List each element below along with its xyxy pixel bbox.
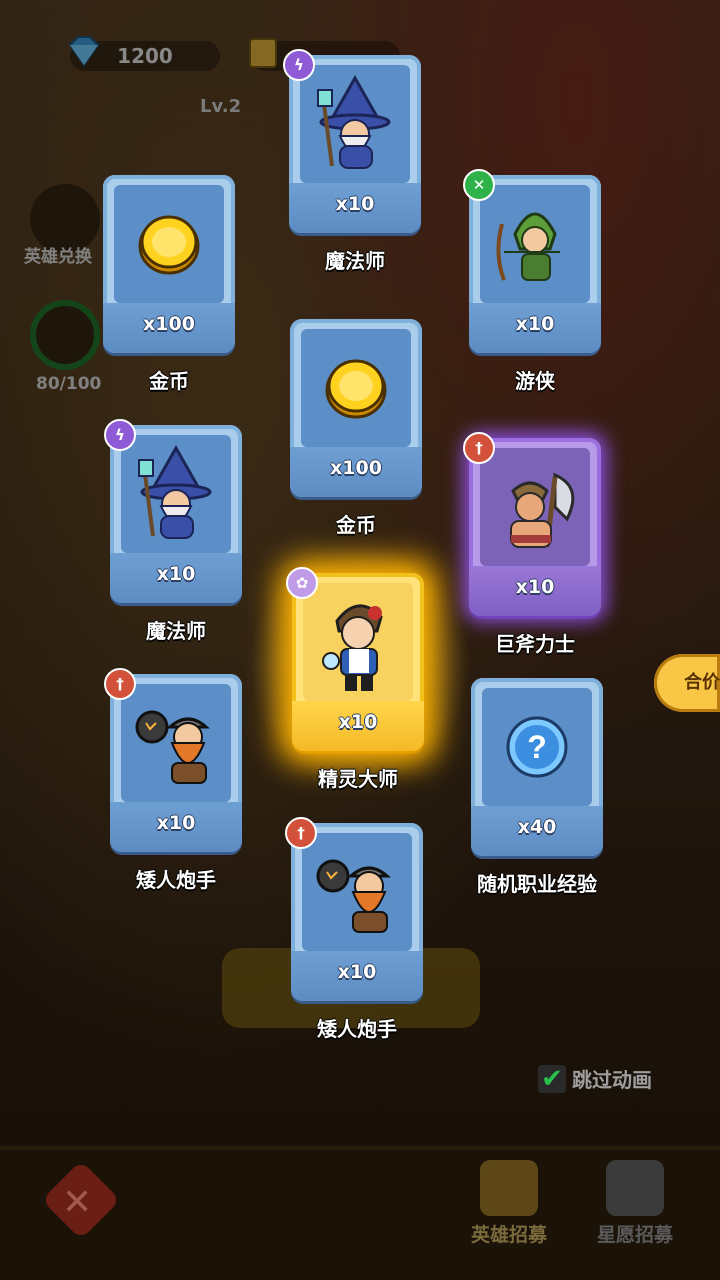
card-name: 矮人炮手 [136,868,216,892]
question-orb-icon: ? [482,688,592,806]
reward-card-ranger[interactable]: x10 游侠 ✕ [463,169,601,393]
reward-card-dwarf-gunner[interactable]: x10 矮人炮手 † [104,668,242,892]
close-icon: ✕ [62,1182,93,1223]
reward-card-spirit-master[interactable]: x10 精灵大师 ✿ [286,567,424,791]
card-count: x10 [156,563,196,585]
reward-card-gold-coin[interactable]: x100 金币 [103,175,235,393]
reward-card-random-exp[interactable]: ? x40 随机职业经验 [471,678,603,896]
spirit-master-icon [303,583,413,701]
ranger-icon [480,185,590,303]
card-count: x10 [335,193,375,215]
card-count: x10 [337,961,377,983]
tab-label: 英雄招募 [470,1224,547,1246]
warrior-class-badge-icon: † [463,432,495,464]
reward-card-dwarf-gunner[interactable]: x10 矮人炮手 † [285,817,423,1041]
dwarf-gunner-icon [121,684,231,802]
checkbox-checked-icon[interactable]: ✔ [538,1064,566,1093]
reward-card-gold-coin[interactable]: x100 金币 [290,319,422,537]
card-count: x10 [338,711,378,733]
card-name: 巨斧力士 [495,632,575,656]
card-name: 随机职业经验 [477,872,597,896]
card-name: 魔法师 [325,249,385,273]
svg-text:?: ? [527,729,547,765]
card-name: 金币 [336,513,376,537]
wizard-icon [300,65,410,183]
summoner-class-badge-icon: ✿ [286,567,318,599]
wizard-icon [121,435,231,553]
reward-card-wizard[interactable]: x10 魔法师 ϟ [104,419,242,643]
skip-animation-toggle[interactable]: ✔ 跳过动画 [538,1064,652,1093]
tab-label: 星愿招募 [596,1224,673,1246]
warrior-class-badge-icon: † [104,668,136,700]
reward-card-axe-warrior[interactable]: x10 巨斧力士 † [463,432,601,656]
axe-warrior-icon [480,448,590,566]
card-name: 矮人炮手 [317,1017,397,1041]
card-name: 魔法师 [146,619,206,643]
crown-icon [606,1160,664,1216]
card-name: 游侠 [515,369,555,393]
reward-card-wizard[interactable]: x10 魔法师 ϟ [283,49,421,273]
card-count: x10 [515,576,555,598]
card-count: x10 [515,313,555,335]
gold-coin-icon [301,329,411,447]
mage-class-badge-icon: ϟ [283,49,315,81]
tab-wish-recruit[interactable]: 星愿招募 [580,1160,690,1247]
skip-animation-label: 跳过动画 [572,1068,652,1092]
card-count: x100 [143,313,195,335]
merge-button[interactable]: 合价 [654,654,720,712]
card-count: x40 [517,816,557,838]
dwarf-gunner-icon [302,833,412,951]
card-name: 精灵大师 [318,767,398,791]
recruit-card-icon [480,1160,538,1216]
tab-hero-recruit[interactable]: 英雄招募 [454,1160,564,1247]
gold-coin-icon [114,185,224,303]
card-count: x10 [156,812,196,834]
mage-class-badge-icon: ϟ [104,419,136,451]
card-name: 金币 [149,369,189,393]
warrior-class-badge-icon: † [285,817,317,849]
ranger-class-badge-icon: ✕ [463,169,495,201]
card-count: x100 [330,457,382,479]
